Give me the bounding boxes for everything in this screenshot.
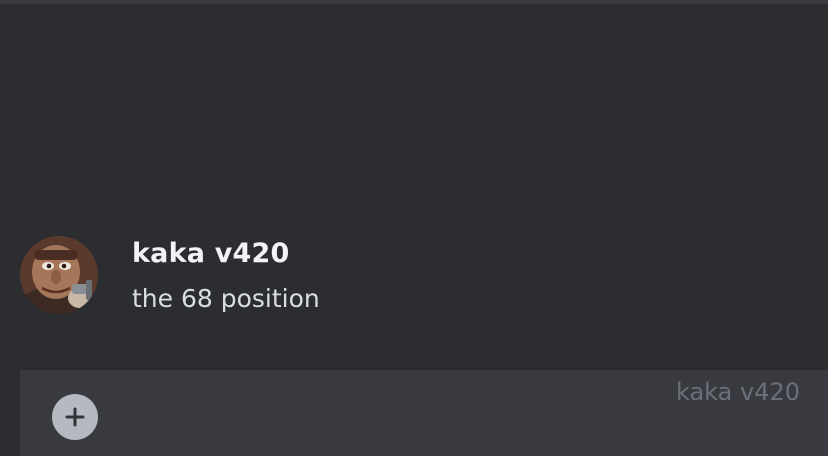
plus-icon <box>65 407 85 427</box>
chat-message[interactable]: kaka v420 the 68 position <box>0 232 828 328</box>
message-text: the 68 position <box>132 284 320 313</box>
message-input[interactable] <box>580 374 800 410</box>
message-username[interactable]: kaka v420 <box>132 238 290 269</box>
message-composer[interactable] <box>20 370 828 456</box>
user-avatar-icon <box>20 236 98 314</box>
attach-button[interactable] <box>52 394 98 440</box>
user-avatar[interactable] <box>20 236 98 314</box>
